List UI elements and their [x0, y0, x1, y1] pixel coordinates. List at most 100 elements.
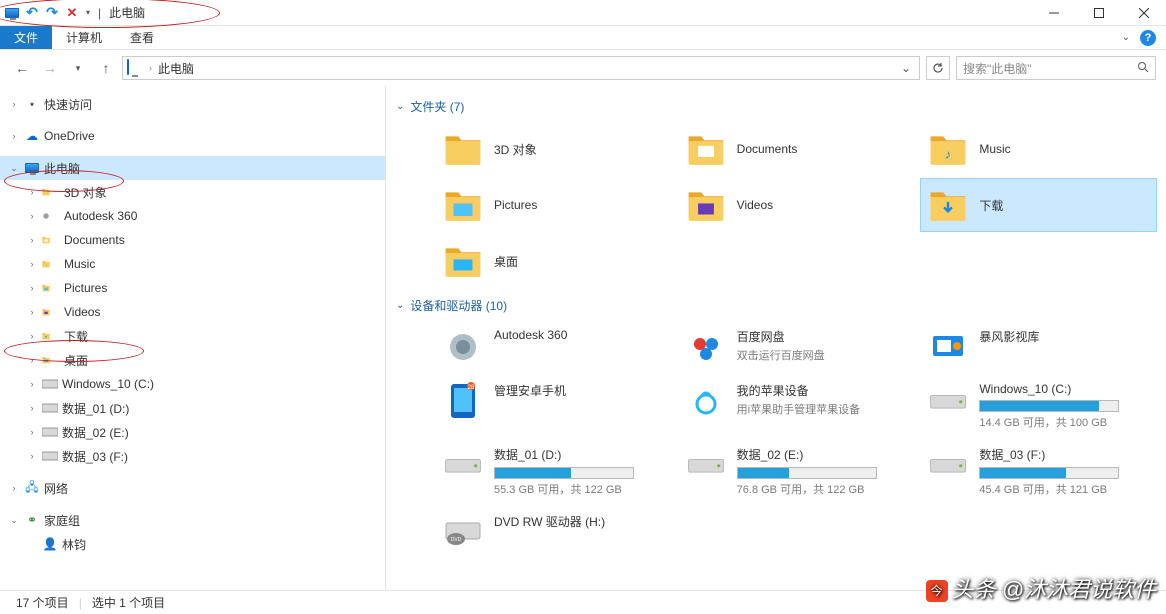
- chevron-right-icon[interactable]: ›: [8, 130, 20, 142]
- tree-onedrive[interactable]: › ☁ OneDrive: [0, 124, 385, 148]
- chevron-right-icon[interactable]: ›: [26, 330, 38, 342]
- device-tile[interactable]: Autodesk 360: [436, 322, 671, 372]
- status-item-count: 17 个项目: [16, 594, 69, 611]
- search-box[interactable]: 搜索"此电脑": [956, 56, 1156, 80]
- qat-dropdown-icon[interactable]: ▾: [86, 8, 90, 17]
- breadcrumb[interactable]: 此电脑: [158, 60, 194, 77]
- ribbon-expand-icon[interactable]: ⌄: [1122, 32, 1130, 43]
- address-bar[interactable]: › 此电脑 ⌄: [122, 56, 920, 80]
- redo-icon[interactable]: ↷: [44, 5, 60, 21]
- folder-icon: [42, 308, 50, 315]
- address-row: ← → ▾ ↑ › 此电脑 ⌄ 搜索"此电脑": [0, 50, 1166, 86]
- undo-icon[interactable]: ↶: [24, 5, 40, 21]
- device-tile[interactable]: 28管理安卓手机: [436, 376, 671, 436]
- device-tile[interactable]: 数据_01 (D:)55.3 GB 可用，共 122 GB: [436, 440, 671, 503]
- tree-item[interactable]: › ♪ Music: [0, 252, 385, 276]
- device-tile[interactable]: 百度网盘双击运行百度网盘: [679, 322, 914, 372]
- tree-item[interactable]: ›数据_01 (D:): [0, 396, 385, 420]
- delete-icon[interactable]: ✕: [64, 5, 80, 21]
- device-tile[interactable]: 数据_02 (E:)76.8 GB 可用，共 122 GB: [679, 440, 914, 503]
- chevron-right-icon[interactable]: ›: [26, 354, 38, 366]
- window-title: 此电脑: [109, 4, 145, 21]
- ribbon-file-tab[interactable]: 文件: [0, 26, 52, 49]
- chevron-right-icon[interactable]: ›: [26, 450, 38, 462]
- device-tile[interactable]: Windows_10 (C:) 14.4 GB 可用，共 100 GB: [921, 376, 1156, 436]
- address-dropdown-icon[interactable]: ⌄: [897, 61, 915, 75]
- folder-icon: [42, 356, 50, 363]
- status-separator: |: [79, 596, 82, 610]
- folder-tile[interactable]: 下载: [921, 179, 1156, 231]
- nav-history-dropdown[interactable]: ▾: [66, 56, 90, 80]
- device-tile[interactable]: DVDDVD RW 驱动器 (H:): [436, 507, 671, 557]
- folder-tile[interactable]: Pictures: [436, 179, 671, 231]
- tree-this-pc[interactable]: ⌄ 此电脑: [0, 156, 385, 180]
- tree-item[interactable]: › 数据_02 (E:): [0, 420, 385, 444]
- tree-item[interactable]: › Pictures: [0, 276, 385, 300]
- tree-item[interactable]: ›Autodesk 360: [0, 204, 385, 228]
- chevron-down-icon[interactable]: ⌄: [8, 514, 20, 526]
- chevron-right-icon[interactable]: ›: [26, 378, 38, 390]
- folder-icon: [42, 284, 50, 291]
- close-button[interactable]: [1121, 0, 1166, 26]
- refresh-button[interactable]: [926, 56, 950, 80]
- device-icon: [687, 382, 725, 420]
- minimize-button[interactable]: [1031, 0, 1076, 26]
- chevron-right-icon[interactable]: ›: [8, 482, 20, 494]
- folder-icon: [444, 186, 482, 224]
- tree-label: 数据_02 (E:): [62, 424, 129, 441]
- disk-free-text: 45.4 GB 可用，共 121 GB: [979, 481, 1148, 497]
- tree-item[interactable]: ›数据_03 (F:): [0, 444, 385, 468]
- chevron-right-icon[interactable]: ›: [26, 402, 38, 414]
- nav-back-button[interactable]: ←: [10, 56, 34, 80]
- disk-free-text: 55.3 GB 可用，共 122 GB: [494, 481, 663, 497]
- chevron-right-icon[interactable]: ›: [26, 258, 38, 270]
- chevron-down-icon[interactable]: ⌄: [8, 162, 20, 174]
- device-name: 数据_02 (E:): [737, 446, 906, 463]
- folder-tile[interactable]: 3D 对象: [436, 123, 671, 175]
- chevron-right-icon[interactable]: ›: [26, 426, 38, 438]
- device-subtitle: 双击运行百度网盘: [737, 347, 906, 363]
- folder-label: Videos: [737, 198, 773, 212]
- chevron-right-icon[interactable]: ›: [8, 98, 20, 110]
- address-pc-icon: [127, 60, 143, 76]
- maximize-button[interactable]: [1076, 0, 1121, 26]
- disk-usage-bar: [979, 400, 1119, 412]
- help-icon[interactable]: ?: [1140, 30, 1156, 46]
- disk-free-text: 14.4 GB 可用，共 100 GB: [979, 414, 1148, 430]
- chevron-right-icon[interactable]: ›: [26, 210, 38, 222]
- folder-tile[interactable]: ♪ Music: [921, 123, 1156, 175]
- tree-item[interactable]: › 3D 对象: [0, 180, 385, 204]
- nav-forward-button[interactable]: →: [38, 56, 62, 80]
- section-folders-header[interactable]: ⌄ 文件夹 (7): [396, 98, 1156, 115]
- tree-item[interactable]: › Documents: [0, 228, 385, 252]
- device-tile[interactable]: 我的苹果设备用i苹果助手管理苹果设备: [679, 376, 914, 436]
- folder-tile[interactable]: Videos: [679, 179, 914, 231]
- folder-icon: [929, 186, 967, 224]
- chevron-right-icon[interactable]: ›: [26, 186, 38, 198]
- ribbon-view-tab[interactable]: 查看: [116, 26, 168, 49]
- device-tile[interactable]: 数据_03 (F:)45.4 GB 可用，共 121 GB: [921, 440, 1156, 503]
- tree-item[interactable]: ›Windows_10 (C:): [0, 372, 385, 396]
- chevron-right-icon[interactable]: ›: [26, 234, 38, 246]
- ribbon-computer-tab[interactable]: 计算机: [52, 26, 116, 49]
- tree-item[interactable]: › 桌面: [0, 348, 385, 372]
- crumb-chevron-icon[interactable]: ›: [149, 63, 152, 73]
- device-tile[interactable]: 暴风影视库: [921, 322, 1156, 372]
- folder-tile[interactable]: Documents: [679, 123, 914, 175]
- device-icon: [444, 446, 482, 484]
- drive-icon: [42, 400, 58, 416]
- device-name: Windows_10 (C:): [979, 382, 1148, 396]
- chevron-down-icon: ⌄: [396, 101, 404, 112]
- chevron-right-icon[interactable]: ›: [26, 306, 38, 318]
- tree-item[interactable]: › 下载: [0, 324, 385, 348]
- tree-network[interactable]: › 🖧 网络: [0, 476, 385, 500]
- tree-item[interactable]: › Videos: [0, 300, 385, 324]
- chevron-right-icon[interactable]: ›: [26, 282, 38, 294]
- tree-homegroup[interactable]: ⌄ ⚭ 家庭组: [0, 508, 385, 532]
- tree-quick-access[interactable]: › ⋆ 快速访问: [0, 92, 385, 116]
- folder-tile[interactable]: 桌面: [436, 235, 671, 287]
- tree-user[interactable]: › 👤 林钧: [0, 532, 385, 556]
- tree-label: OneDrive: [44, 129, 95, 143]
- nav-up-button[interactable]: ↑: [94, 56, 118, 80]
- section-devices-header[interactable]: ⌄ 设备和驱动器 (10): [396, 297, 1156, 314]
